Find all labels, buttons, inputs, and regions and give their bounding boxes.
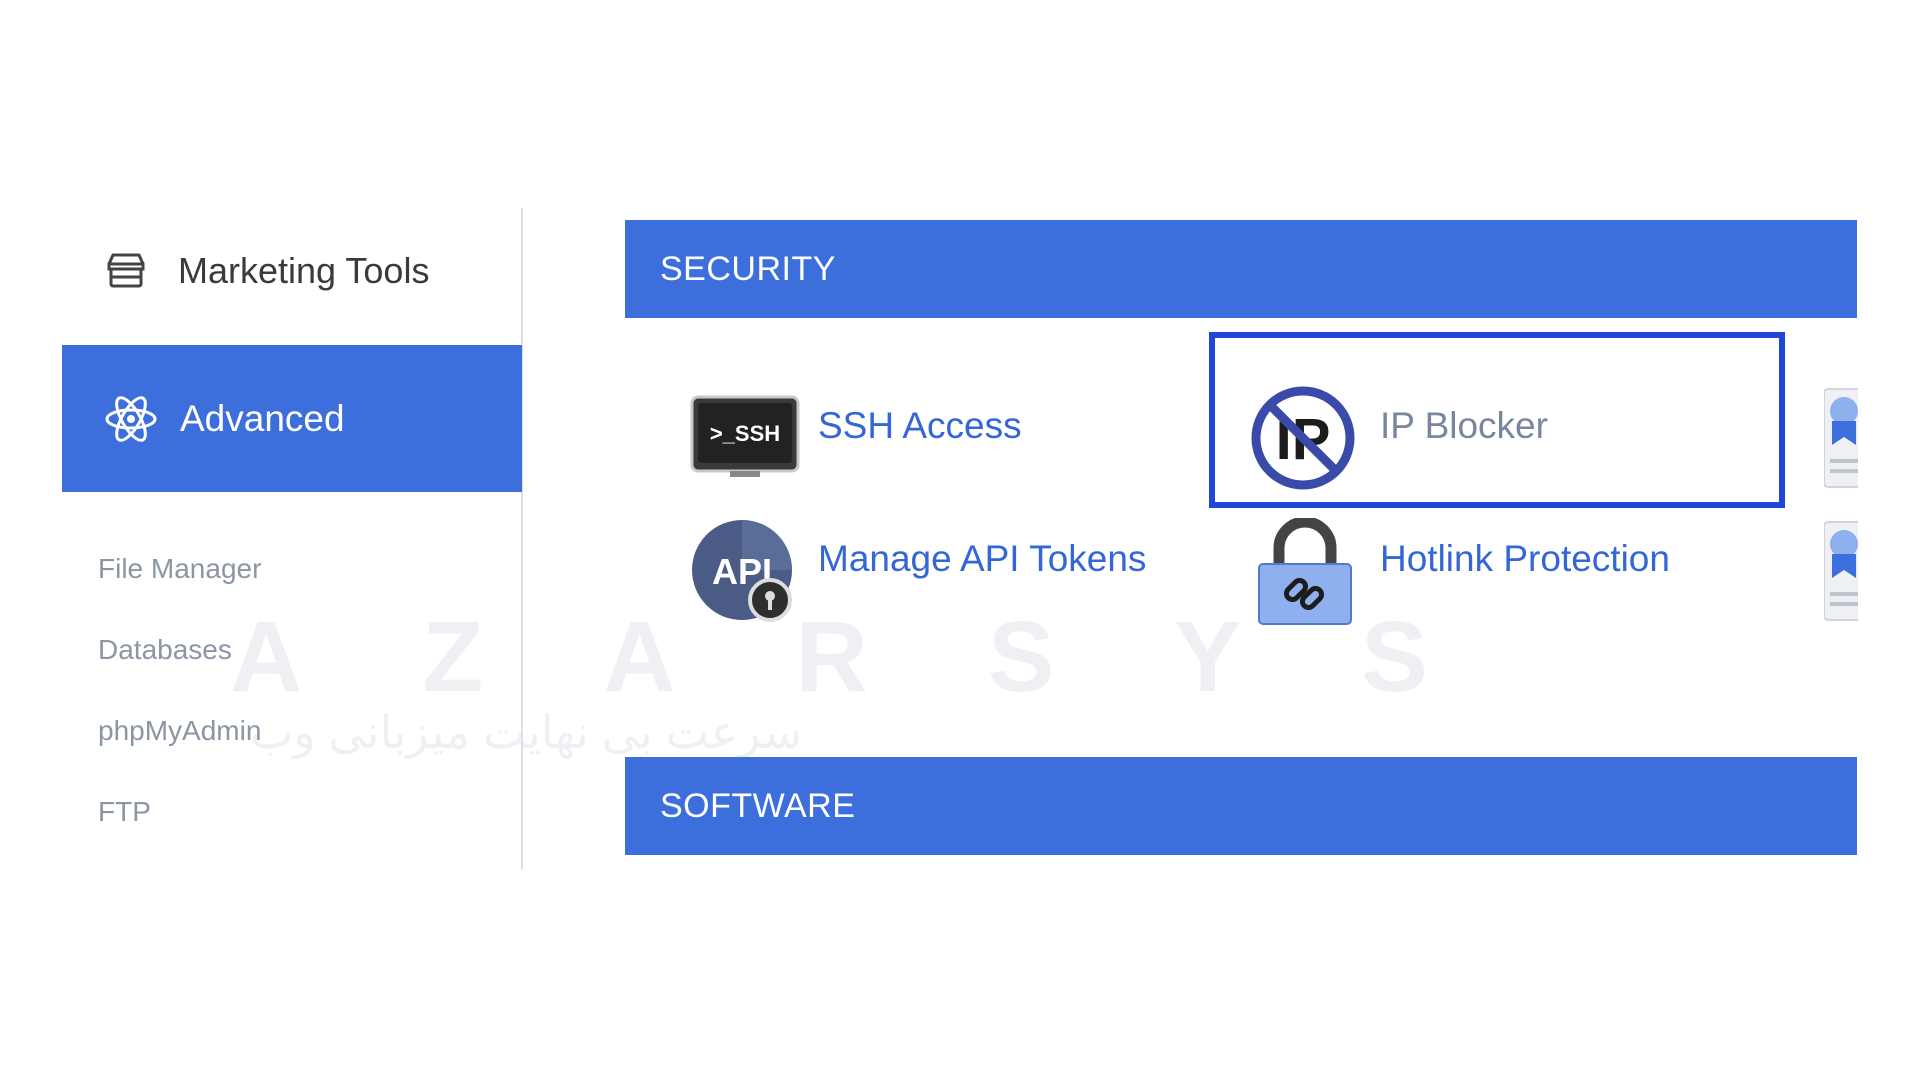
tool-hotlink-protection-link[interactable]: Hotlink Protection — [1380, 538, 1670, 580]
store-icon — [104, 249, 148, 293]
svg-text:>_SSH: >_SSH — [710, 421, 780, 446]
ssh-terminal-icon[interactable]: >_SSH — [690, 395, 800, 480]
section-title: SOFTWARE — [660, 786, 856, 825]
api-token-icon[interactable]: API — [690, 518, 800, 628]
sidebar-subitem-databases[interactable]: Databases — [98, 634, 232, 666]
atom-icon — [104, 392, 158, 446]
sidebar-subitem-ftp[interactable]: FTP — [98, 796, 151, 828]
sidebar-item-marketing-tools[interactable]: Marketing Tools — [62, 208, 522, 334]
tool-ip-blocker-link[interactable]: IP Blocker — [1380, 405, 1548, 447]
sidebar-item-advanced[interactable]: Advanced — [62, 345, 522, 492]
section-header-software[interactable]: SOFTWARE — [625, 757, 1857, 855]
sidebar-subitem-phpmyadmin[interactable]: phpMyAdmin — [98, 715, 261, 747]
award-certificate-icon[interactable] — [1824, 385, 1858, 491]
award-certificate-icon[interactable] — [1824, 518, 1858, 624]
sidebar-item-label: Advanced — [180, 397, 345, 439]
watermark-persian: سرعت بی نهایت میزبانی وب — [250, 706, 803, 758]
padlock-link-icon[interactable] — [1255, 516, 1355, 628]
sidebar-item-label: Marketing Tools — [178, 250, 430, 291]
section-header-security[interactable]: SECURITY — [625, 220, 1857, 318]
sidebar-subitem-file-manager[interactable]: File Manager — [98, 553, 261, 585]
section-title: SECURITY — [660, 249, 836, 288]
ip-blocker-icon[interactable]: IP — [1250, 385, 1356, 491]
tool-manage-api-tokens-link[interactable]: Manage API Tokens — [818, 538, 1146, 580]
tool-ssh-access-link[interactable]: SSH Access — [818, 405, 1022, 447]
